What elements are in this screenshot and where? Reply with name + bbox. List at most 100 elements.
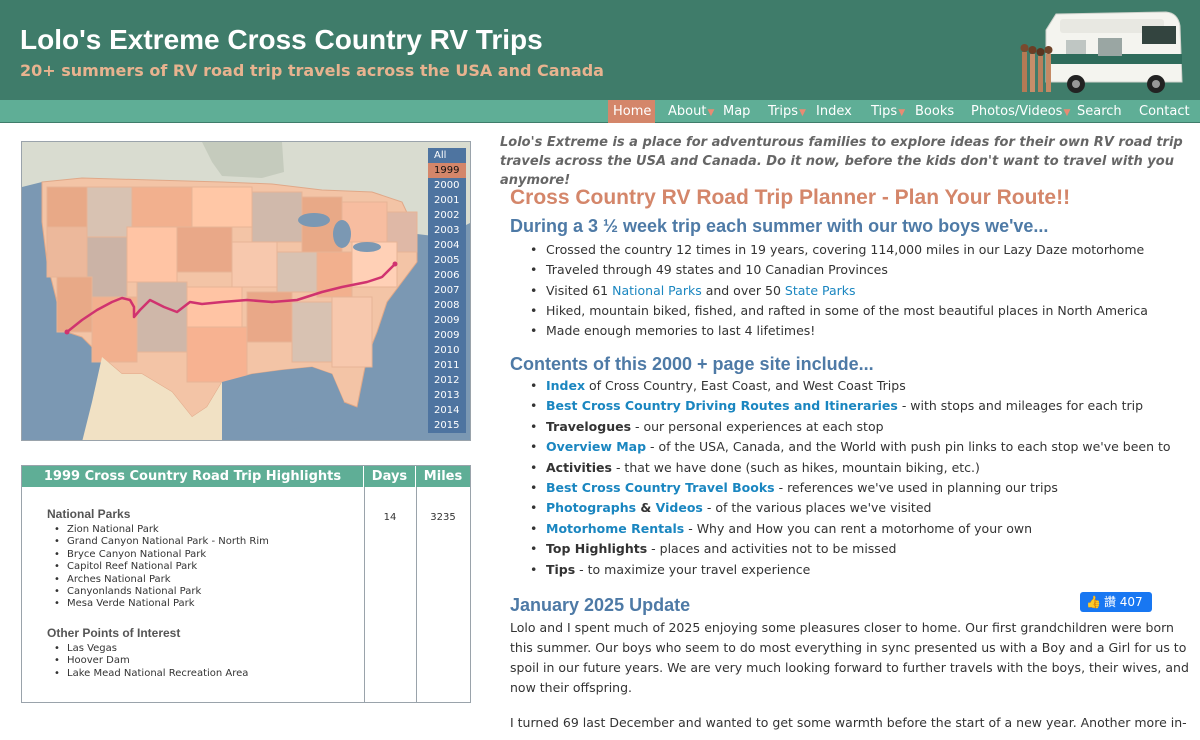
- year-option[interactable]: 2014: [428, 403, 466, 418]
- list-item: Arches National Park: [54, 574, 269, 587]
- nav-photos-label: Photos/Videos: [971, 104, 1063, 119]
- page-title: Cross Country RV Road Trip Planner - Pla…: [510, 186, 1071, 209]
- index-link[interactable]: Index: [546, 378, 585, 393]
- travelogues-label: Travelogues: [546, 418, 632, 434]
- year-option[interactable]: 2002: [428, 208, 466, 223]
- year-option[interactable]: All: [428, 148, 466, 163]
- travel-books-link[interactable]: Best Cross Country Travel Books: [546, 480, 775, 495]
- nav-about[interactable]: About▼: [668, 100, 714, 123]
- list-item: Best Cross Country Driving Routes and It…: [530, 396, 1171, 417]
- trip-highlights-table: 1999 Cross Country Road Trip Highlights …: [21, 465, 471, 703]
- nav-books[interactable]: Books: [915, 100, 954, 123]
- nav-trips-label: Trips: [768, 104, 799, 119]
- list-text: - that we have done (such as hikes, moun…: [611, 459, 980, 475]
- activities-label: Activities: [546, 459, 612, 475]
- year-option[interactable]: 2005: [428, 253, 466, 268]
- videos-link[interactable]: Videos: [656, 500, 703, 515]
- year-option[interactable]: 2004: [428, 238, 466, 253]
- list-text: of Cross Country, East Coast, and West C…: [585, 378, 906, 393]
- year-option[interactable]: 2011: [428, 358, 466, 373]
- list-item: Hiked, mountain biked, fished, and rafte…: [530, 301, 1148, 322]
- us-map-graphic: [22, 142, 470, 440]
- year-option[interactable]: 2001: [428, 193, 466, 208]
- list-text: Visited 61: [546, 282, 613, 298]
- caret-down-icon: ▼: [707, 108, 715, 118]
- caret-down-icon: ▼: [1063, 108, 1071, 118]
- national-parks-list: Zion National ParkGrand Canyon National …: [54, 524, 269, 611]
- year-option[interactable]: 2003: [428, 223, 466, 238]
- nav-tips-label: Tips: [871, 104, 898, 119]
- list-item: Photographs & Videos - of the various pl…: [530, 498, 1171, 519]
- nav-books-label: Books: [915, 104, 955, 119]
- site-tagline: 20+ summers of RV road trip travels acro…: [20, 61, 604, 80]
- nav-contact-label: Contact: [1139, 104, 1190, 119]
- list-item: Top Highlights - places and activities n…: [530, 539, 1171, 560]
- national-parks-link[interactable]: National Parks: [612, 283, 702, 298]
- year-option[interactable]: 2007: [428, 283, 466, 298]
- list-item: Travelogues - our personal experiences a…: [530, 417, 1171, 438]
- list-item: Crossed the country 12 times in 19 years…: [530, 240, 1148, 261]
- like-count: 讚 407: [1103, 595, 1143, 609]
- photographs-link[interactable]: Photographs: [546, 500, 636, 515]
- miles-header: Miles: [423, 469, 463, 484]
- year-option[interactable]: 2006: [428, 268, 466, 283]
- top-highlights-label: Top Highlights: [546, 541, 648, 557]
- facebook-like-button[interactable]: 👍 讚 407: [1080, 592, 1152, 612]
- nav-home[interactable]: Home: [608, 100, 655, 123]
- list-item: Overview Map - of the USA, Canada, and t…: [530, 437, 1171, 458]
- year-option[interactable]: 2015: [428, 418, 466, 433]
- list-item: Activities - that we have done (such as …: [530, 458, 1171, 479]
- year-option[interactable]: 2013: [428, 388, 466, 403]
- main-nav: Home About▼ Map Trips▼ Index Tips▼ Books…: [0, 100, 1200, 123]
- list-item: Capitol Reef National Park: [54, 561, 269, 574]
- other-poi-list: Las VegasHoover DamLake Mead National Re…: [54, 643, 248, 681]
- nav-trips[interactable]: Trips▼: [768, 100, 806, 123]
- year-option[interactable]: 2009: [428, 328, 466, 343]
- state-parks-link[interactable]: State Parks: [785, 283, 856, 298]
- miles-value: 3235: [430, 512, 456, 523]
- nav-photos-videos[interactable]: Photos/Videos▼: [971, 100, 1070, 123]
- nav-contact[interactable]: Contact: [1139, 100, 1190, 123]
- days-header: Days: [364, 466, 416, 487]
- caret-down-icon: ▼: [898, 108, 906, 118]
- contents-list: Index of Cross Country, East Coast, and …: [530, 376, 1171, 581]
- nav-search[interactable]: Search: [1077, 100, 1122, 123]
- list-text: - of the various places we've visited: [702, 500, 932, 516]
- highlights-table-header: 1999 Cross Country Road Trip Highlights …: [22, 466, 470, 487]
- list-item: Visited 61 National Parks and over 50 St…: [530, 281, 1148, 302]
- list-item: Traveled through 49 states and 10 Canadi…: [530, 260, 1148, 281]
- year-selector: All 1999 2000 2001 2002 2003 2004 2005 2006 2007 2…: [428, 148, 466, 433]
- nav-map-label: Map: [723, 104, 751, 119]
- list-text: - Why and How you can rent a motorhome o…: [684, 520, 1033, 536]
- list-item: Grand Canyon National Park - North Rim: [54, 536, 269, 549]
- list-text: - places and activities not to be missed: [647, 541, 897, 557]
- motorhome-rentals-link[interactable]: Motorhome Rentals: [546, 521, 684, 536]
- other-poi-heading: Other Points of Interest: [47, 626, 181, 640]
- list-text: - references we've used in planning our …: [774, 480, 1058, 496]
- update-paragraph: I turned 69 last December and wanted to …: [510, 715, 1187, 730]
- national-parks-heading: National Parks: [47, 507, 131, 521]
- overview-map-link[interactable]: Overview Map: [546, 439, 646, 454]
- trip-route-map[interactable]: All 1999 2000 2001 2002 2003 2004 2005 2006 2007 2…: [21, 141, 471, 441]
- year-option[interactable]: 2010: [428, 343, 466, 358]
- route-end-marker: [392, 261, 398, 267]
- site-title[interactable]: Lolo's Extreme Cross Country RV Trips: [20, 24, 543, 56]
- list-item: Tips - to maximize your travel experienc…: [530, 560, 1171, 581]
- nav-index[interactable]: Index: [816, 100, 852, 123]
- route-start-marker: [64, 329, 70, 335]
- year-option[interactable]: 2008: [428, 298, 466, 313]
- list-item: Lake Mead National Recreation Area: [54, 668, 248, 681]
- year-option[interactable]: 1999: [428, 163, 466, 178]
- nav-map[interactable]: Map: [723, 100, 750, 123]
- update-paragraph: Lolo and I spent much of 2025 enjoying s…: [510, 620, 1189, 695]
- list-text: - with stops and mileages for each trip: [897, 398, 1144, 414]
- nav-tips[interactable]: Tips▼: [871, 100, 905, 123]
- year-option[interactable]: 2009: [428, 313, 466, 328]
- year-option[interactable]: 2012: [428, 373, 466, 388]
- nav-search-label: Search: [1077, 104, 1122, 119]
- list-item: Canyonlands National Park: [54, 586, 269, 599]
- list-text: - to maximize your travel experience: [575, 561, 811, 577]
- routes-link[interactable]: Best Cross Country Driving Routes and It…: [546, 398, 898, 413]
- days-value: 14: [383, 512, 397, 523]
- year-option[interactable]: 2000: [428, 178, 466, 193]
